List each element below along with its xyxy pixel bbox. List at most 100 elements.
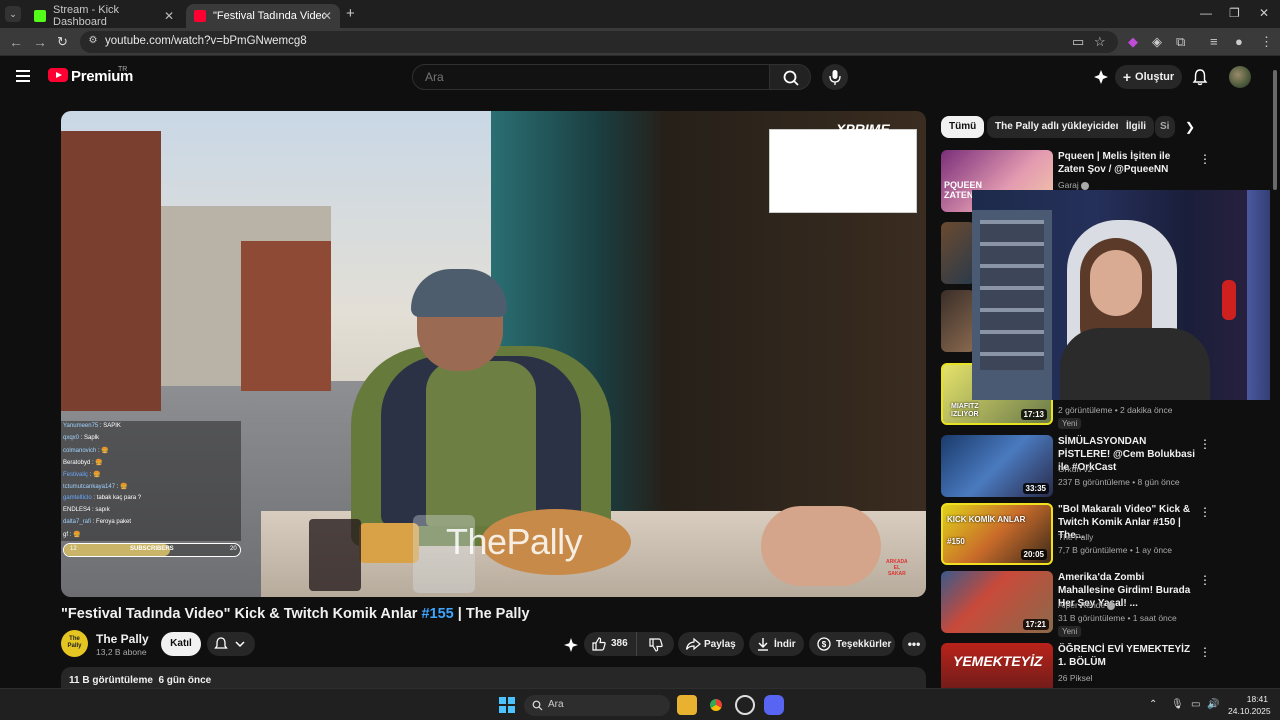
video-thumbnail[interactable]: 33:35 xyxy=(941,435,1053,497)
channel-avatar[interactable]: The Pally xyxy=(61,630,88,657)
recommendation-channel[interactable]: Orkun v2 xyxy=(1058,464,1093,474)
region-code: TR xyxy=(118,66,128,73)
recommendation-channel[interactable]: The Pally xyxy=(1058,532,1093,542)
download-button[interactable]: İndir xyxy=(749,632,804,656)
restore-icon[interactable]: ❐ xyxy=(1229,6,1240,20)
thumbnail-text: YEMEKTEYİZ xyxy=(953,653,1043,669)
dislike-button[interactable] xyxy=(636,632,674,656)
extensions-puzzle-icon[interactable]: ⧉ xyxy=(1176,34,1185,50)
chat-message: : SAPIK xyxy=(99,423,121,429)
recommendation-channel[interactable]: 26 Piksel xyxy=(1058,673,1093,683)
new-tab-button[interactable]: + xyxy=(346,5,355,22)
video-thumbnail[interactable]: 17:21 xyxy=(941,571,1053,633)
taskbar-search[interactable]: Ara xyxy=(524,695,670,716)
account-avatar[interactable] xyxy=(1229,66,1251,88)
tab-youtube-video[interactable]: "Festival Tadında Video" Kick & ✕ xyxy=(186,4,340,28)
time-text: 18:41 xyxy=(1246,694,1268,704)
close-icon[interactable]: ✕ xyxy=(322,9,332,23)
search-box xyxy=(412,64,770,90)
share-button[interactable]: Paylaş xyxy=(678,632,744,656)
microphone-tray-icon[interactable]: 🎙 xyxy=(1171,699,1184,710)
subscription-notify-button[interactable] xyxy=(207,632,255,656)
taskbar-search-label: Ara xyxy=(548,699,564,710)
voice-search-button[interactable] xyxy=(822,64,848,90)
discord-icon[interactable] xyxy=(764,695,784,715)
tray-chevron-icon[interactable]: ⌃ xyxy=(1149,699,1157,710)
recommendation-title[interactable]: ÖĞRENCİ EVİ YEMEKTEYİZ 1. BÖLÜM xyxy=(1058,643,1196,669)
forward-icon[interactable]: → xyxy=(33,34,47,50)
scrollbar-thumb[interactable] xyxy=(1273,70,1277,190)
thanks-button[interactable]: $ Teşekkürler xyxy=(809,632,895,656)
hashtag-link[interactable]: #155 xyxy=(421,606,453,622)
cast-icon[interactable]: ▭ xyxy=(1072,34,1084,50)
video-thumbnail[interactable]: YEMEKTEYİZ xyxy=(941,643,1053,688)
extension-icon-2[interactable]: ◈ xyxy=(1152,34,1162,50)
more-actions-button[interactable]: ••• xyxy=(902,632,926,656)
site-info-icon[interactable]: ⚙ xyxy=(86,35,100,49)
volume-icon[interactable]: 🔊 xyxy=(1207,699,1219,710)
close-window-icon[interactable]: ✕ xyxy=(1259,6,1269,20)
menu-icon[interactable] xyxy=(16,70,30,82)
video-frame-building xyxy=(241,241,331,391)
reload-icon[interactable]: ↻ xyxy=(57,34,68,50)
youtube-logo-icon[interactable] xyxy=(48,68,68,82)
back-icon[interactable]: ← xyxy=(9,34,23,50)
chip-from-uploader[interactable]: The Pally adlı yükleyiciden xyxy=(987,116,1130,138)
display-icon[interactable]: ▭ xyxy=(1191,699,1200,710)
more-vert-icon[interactable]: ⋮ xyxy=(1199,437,1211,451)
more-vert-icon[interactable]: ⋮ xyxy=(1199,573,1211,587)
search-input[interactable] xyxy=(425,70,745,84)
like-count[interactable]: 386 xyxy=(611,638,628,649)
recommendation-title[interactable]: Pqueen | Melis İşiten ile Zaten Şov / @P… xyxy=(1058,150,1196,176)
clock[interactable]: 18:41 24.10.2025 xyxy=(1228,693,1271,717)
sparkle-icon[interactable] xyxy=(1092,68,1110,86)
extension-icon[interactable]: ◆ xyxy=(1128,34,1138,50)
video-thumbnail[interactable] xyxy=(941,222,975,284)
join-button[interactable]: Katıl xyxy=(161,632,201,656)
chrome-icon[interactable] xyxy=(706,695,726,715)
more-vert-icon[interactable]: ⋮ xyxy=(1199,645,1211,659)
media-control-icon[interactable]: ≡ xyxy=(1210,34,1218,49)
clock-app-icon[interactable] xyxy=(735,695,755,715)
recommendation-channel[interactable]: Alper Rende xyxy=(1058,600,1116,610)
thumbs-up-icon[interactable] xyxy=(591,637,606,651)
channel-name[interactable]: The Pally xyxy=(96,632,149,646)
recommendation-meta: 31 B görüntüleme • 1 saat önce xyxy=(1058,613,1177,623)
chip-partial[interactable]: Si xyxy=(1155,116,1175,138)
close-icon[interactable]: ✕ xyxy=(164,9,174,23)
recommendation-item[interactable]: 33:35 SİMÜLASYONDAN PİSTLERE! @Cem Boluk… xyxy=(941,435,1271,497)
chevron-right-icon[interactable]: ❯ xyxy=(1185,120,1195,134)
recommendation-item[interactable]: KICK KOMİK ANLAR #150 20:05 "Bol Makaral… xyxy=(941,503,1271,565)
menu-kebab-icon[interactable]: ⋮ xyxy=(1260,34,1273,50)
tab-kick-dashboard[interactable]: Stream - Kick Dashboard ✕ xyxy=(26,4,182,28)
subscriber-goal-current: 12 xyxy=(70,546,77,552)
tab-search-button[interactable]: ⌄ xyxy=(5,6,21,22)
recommendation-channel[interactable]: Garaj xyxy=(1058,180,1089,190)
os-taskbar: Ara ⌃ 🎙 ▭ 🔊 18:41 24.10.2025 xyxy=(0,688,1280,720)
stream-chat-overlay: Yanumeen75 : SAPIK qxqx0 : Saplk colmano… xyxy=(61,421,241,541)
video-thumbnail[interactable]: KICK KOMİK ANLAR #150 20:05 xyxy=(941,503,1053,565)
video-frame-hand xyxy=(761,506,881,586)
more-vert-icon[interactable]: ⋮ xyxy=(1199,152,1211,166)
address-bar[interactable]: ⚙ youtube.com/watch?v=bPmGNwemcg8 xyxy=(80,31,1118,53)
windows-start-icon[interactable] xyxy=(499,697,515,713)
chat-line: tctumutcankaya147 : 🍔 xyxy=(63,483,128,490)
ask-ai-sparkle-icon[interactable] xyxy=(563,637,579,653)
recommendation-item[interactable]: 17:21 Amerika'da Zombi Mahallesine Girdi… xyxy=(941,571,1271,637)
profile-icon[interactable]: ● xyxy=(1235,34,1243,49)
video-overlay-box xyxy=(769,129,917,213)
tab-title: Stream - Kick Dashboard xyxy=(53,4,120,28)
chip-related[interactable]: İlgili xyxy=(1118,116,1154,138)
video-duration: 20:05 xyxy=(1020,549,1047,560)
recommendation-item[interactable]: YEMEKTEYİZ ÖĞRENCİ EVİ YEMEKTEYİZ 1. BÖL… xyxy=(941,643,1271,688)
video-player[interactable]: XPRIME ThePally ARKADA EL SAKAR Yanumeen… xyxy=(61,111,926,597)
notifications-bell-icon[interactable] xyxy=(1192,68,1208,86)
chip-all[interactable]: Tümü xyxy=(941,116,985,138)
bookmark-star-icon[interactable]: ☆ xyxy=(1094,34,1106,50)
video-thumbnail[interactable] xyxy=(941,290,975,352)
file-explorer-icon[interactable] xyxy=(677,695,697,715)
create-button[interactable]: + Oluştur xyxy=(1115,65,1182,89)
search-button[interactable] xyxy=(769,64,811,90)
minimize-icon[interactable]: — xyxy=(1200,6,1212,20)
more-vert-icon[interactable]: ⋮ xyxy=(1199,505,1211,519)
